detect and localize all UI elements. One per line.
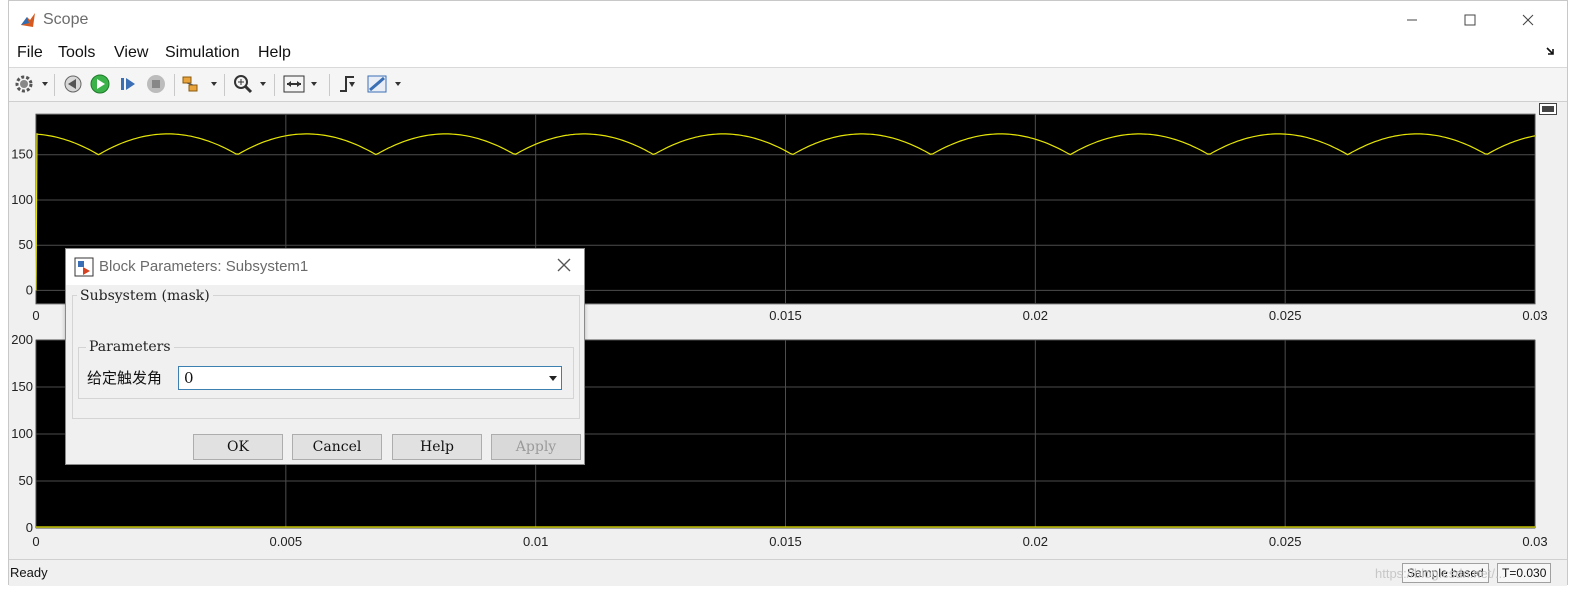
y-tick-label: 100 xyxy=(11,426,33,441)
x-tick-label: 0.015 xyxy=(769,534,802,549)
y-tick-label: 200 xyxy=(11,332,33,347)
x-tick-label: 0.005 xyxy=(270,534,303,549)
step-forward-button[interactable] xyxy=(117,73,139,95)
menu-help[interactable]: Help xyxy=(258,44,291,62)
x-tick-label: 0 xyxy=(32,534,39,549)
dialog-title-bar: Block Parameters: Subsystem1 xyxy=(66,249,584,285)
ok-button[interactable]: OK xyxy=(193,434,283,460)
y-tick-label: 50 xyxy=(19,237,33,252)
triggers-icon xyxy=(340,76,355,92)
toolbar-separator xyxy=(54,74,55,96)
autoscale-icon xyxy=(283,75,317,93)
x-tick-label: 0.02 xyxy=(1023,534,1048,549)
triggers-button[interactable] xyxy=(337,73,359,95)
stepback-icon xyxy=(64,75,82,93)
run-icon xyxy=(90,74,110,94)
stop-button[interactable] xyxy=(145,73,167,95)
run-button[interactable] xyxy=(89,73,111,95)
y-tick-label: 150 xyxy=(11,147,33,162)
firing-angle-value: 0 xyxy=(184,369,194,387)
apply-button[interactable]: Apply xyxy=(491,434,581,460)
highlight-button[interactable] xyxy=(181,73,219,95)
mask-section-label: Subsystem (mask) xyxy=(77,288,213,304)
gear-icon xyxy=(15,75,48,93)
stepforward-icon xyxy=(121,78,135,90)
stop-icon xyxy=(147,75,165,93)
x-tick-label: 0.015 xyxy=(769,308,802,323)
x-tick-label: 0.02 xyxy=(1023,308,1048,323)
title-bar: Scope xyxy=(9,1,1567,39)
menu-file[interactable]: File xyxy=(17,44,43,62)
minimize-button[interactable] xyxy=(1392,9,1432,31)
menu-tools[interactable]: Tools xyxy=(58,44,95,62)
highlight-icon xyxy=(182,76,217,92)
step-back-button[interactable] xyxy=(62,73,84,95)
toolbar-separator xyxy=(329,74,330,96)
firing-angle-label: 给定触发角 xyxy=(87,369,163,387)
dialog-close-button[interactable] xyxy=(554,255,574,275)
zoom-button[interactable] xyxy=(232,73,268,95)
menu-bar: File Tools View Simulation Help xyxy=(9,39,1567,68)
configuration-button[interactable] xyxy=(14,73,50,95)
y-tick-label: 0 xyxy=(26,282,33,297)
menu-simulation[interactable]: Simulation xyxy=(165,44,240,62)
matlab-logo-icon xyxy=(19,11,37,29)
undock-icon[interactable] xyxy=(1545,45,1557,57)
cancel-button[interactable]: Cancel xyxy=(292,434,382,460)
dialog-title: Block Parameters: Subsystem1 xyxy=(99,258,309,275)
window-title: Scope xyxy=(43,11,89,28)
firing-angle-input[interactable]: 0 xyxy=(178,366,562,390)
chevron-down-icon[interactable] xyxy=(549,376,557,381)
x-tick-label: 0.01 xyxy=(523,534,548,549)
zoom-icon xyxy=(234,75,266,94)
measure-icon xyxy=(367,75,401,93)
toolbar xyxy=(9,68,1567,102)
x-tick-label: 0.025 xyxy=(1269,308,1302,323)
menu-view[interactable]: View xyxy=(114,44,148,62)
status-text: Ready xyxy=(10,565,48,580)
legend-toggle-icon[interactable] xyxy=(1539,103,1557,115)
parameters-group-label: Parameters xyxy=(86,339,174,355)
y-tick-label: 0 xyxy=(26,520,33,535)
maximize-button[interactable] xyxy=(1450,9,1490,31)
toolbar-separator xyxy=(274,74,275,96)
toolbar-separator xyxy=(174,74,175,96)
y-tick-label: 150 xyxy=(11,379,33,394)
close-button[interactable] xyxy=(1508,9,1548,31)
block-parameters-dialog: Block Parameters: Subsystem1 Subsystem (… xyxy=(65,248,585,465)
y-tick-label: 50 xyxy=(19,473,33,488)
measurements-button[interactable] xyxy=(366,73,404,95)
x-tick-label: 0.03 xyxy=(1522,308,1547,323)
y-tick-label: 100 xyxy=(11,192,33,207)
help-button[interactable]: Help xyxy=(392,434,482,460)
watermark: https://blog.csdn.net/... xyxy=(1375,566,1506,581)
autoscale-button[interactable] xyxy=(282,73,320,95)
toolbar-separator xyxy=(224,74,225,96)
x-tick-label: 0 xyxy=(32,308,39,323)
simulink-block-icon xyxy=(74,257,94,277)
status-bar: Ready Sample based T=0.030 xyxy=(9,559,1567,586)
x-tick-label: 0.025 xyxy=(1269,534,1302,549)
x-tick-label: 0.03 xyxy=(1522,534,1547,549)
